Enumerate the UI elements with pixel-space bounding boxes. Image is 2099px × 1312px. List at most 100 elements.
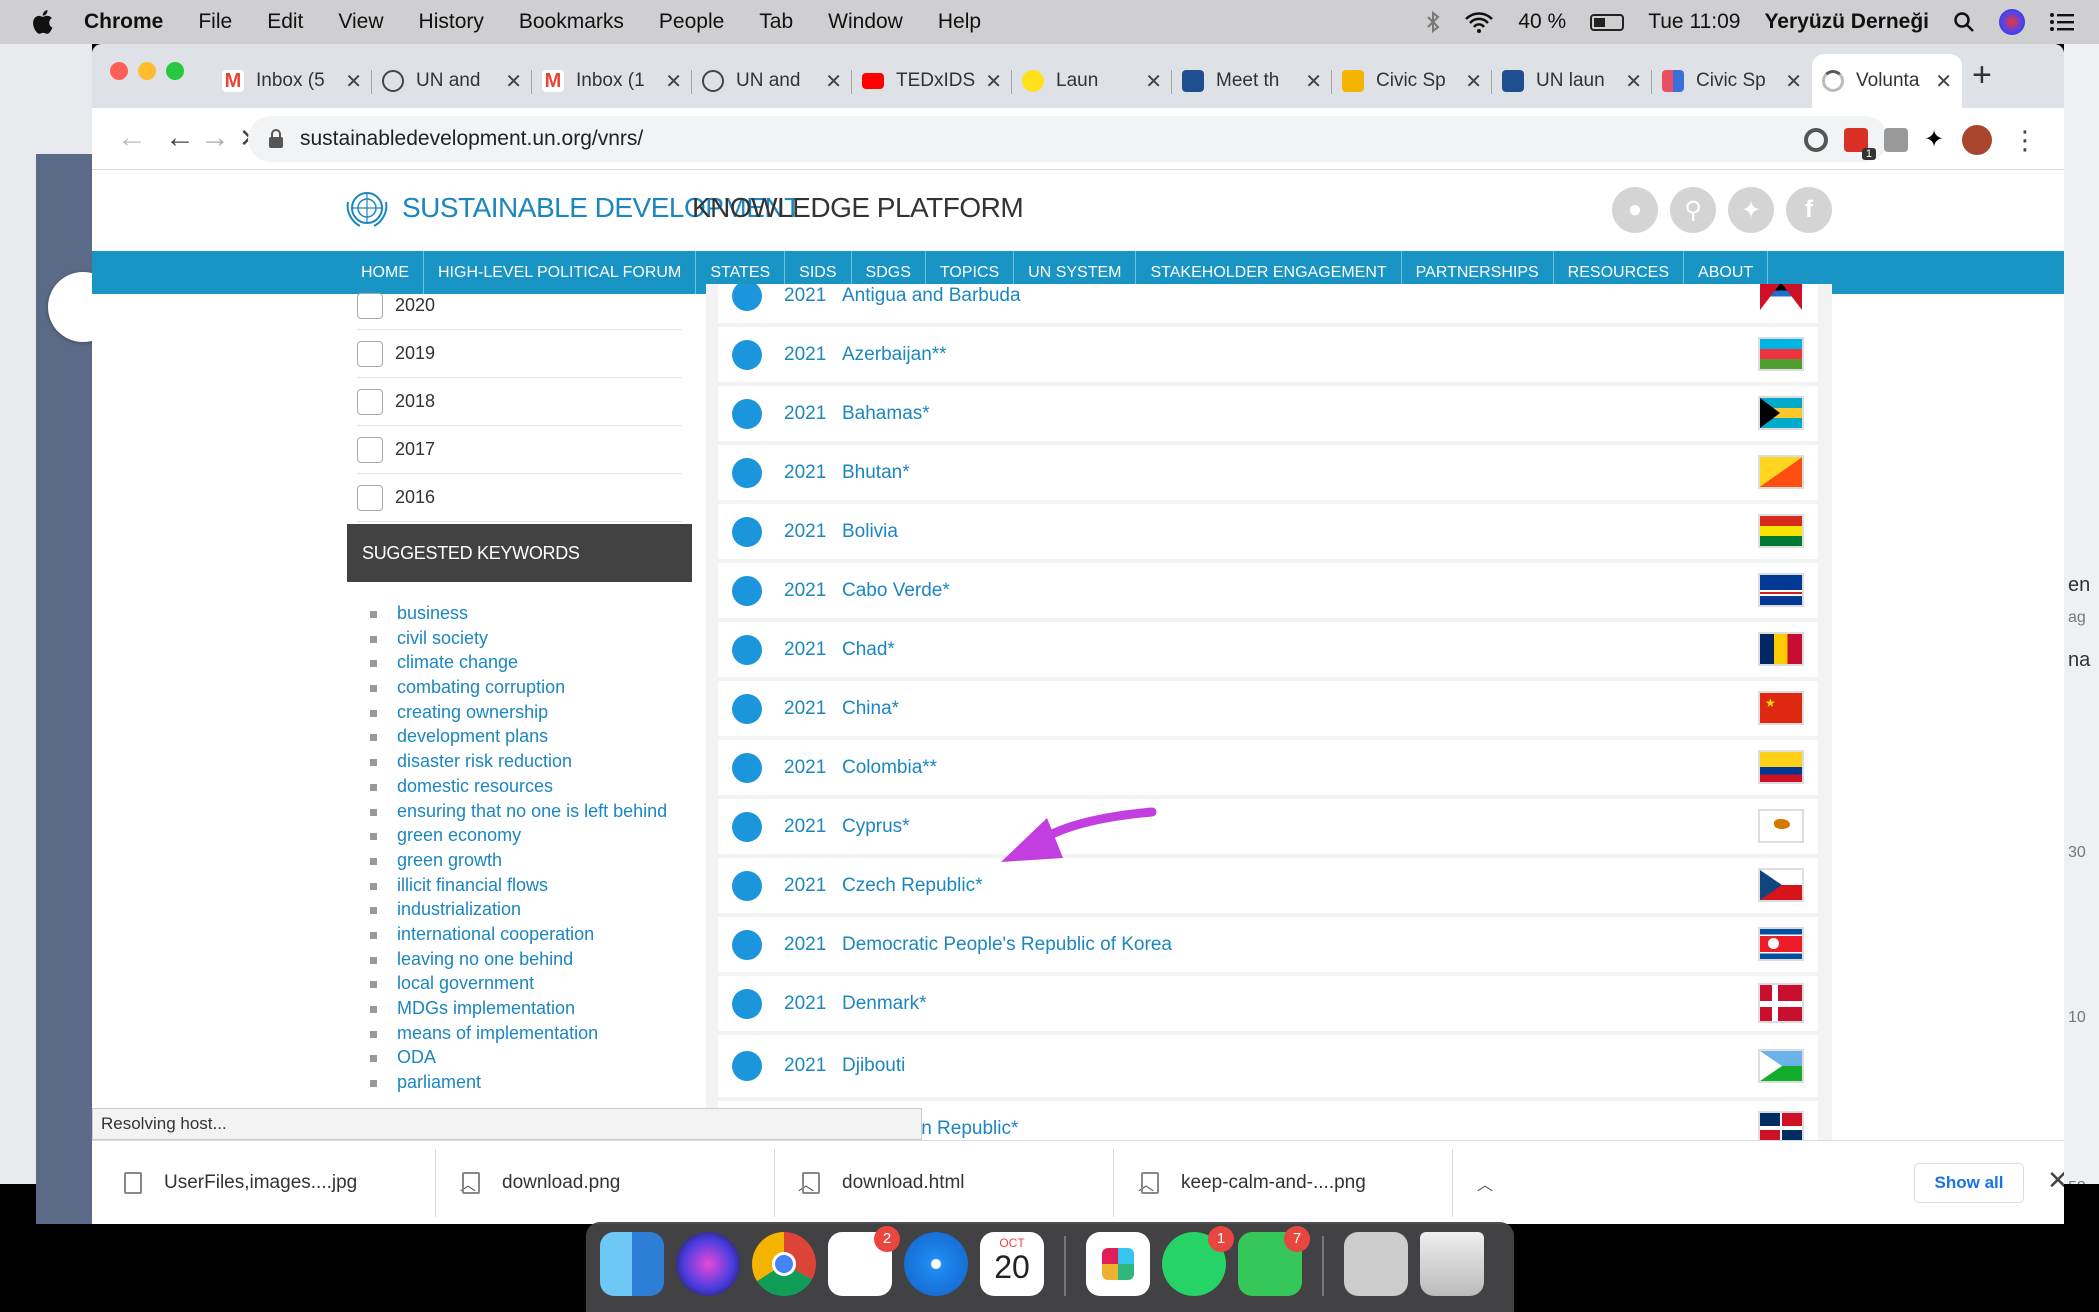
vnr-row-colombia[interactable]: 2021 Colombia**	[718, 740, 1818, 795]
keyword-link[interactable]: industrialization	[347, 898, 692, 920]
keyword-link[interactable]: means of implementation	[347, 1022, 692, 1044]
vnr-year[interactable]: 2021	[784, 757, 842, 779]
extension-icon-1[interactable]	[1804, 128, 1828, 152]
keyword-link[interactable]: development plans	[347, 725, 692, 747]
menu-tab[interactable]: Tab	[759, 10, 793, 34]
facetime-app-icon[interactable]: 7	[1238, 1226, 1310, 1296]
keyword-link[interactable]: international cooperation	[347, 923, 692, 945]
zoom-window-button[interactable]	[166, 62, 184, 80]
close-icon[interactable]: ✕	[1145, 69, 1162, 94]
vnr-year[interactable]: 2021	[784, 875, 842, 897]
vnr-row-bahamas[interactable]: 2021 Bahamas*	[718, 386, 1818, 441]
download-item-4[interactable]: keep-calm-and-....png ︿	[1141, 1141, 1521, 1224]
vnr-country-link[interactable]: Bahamas*	[842, 403, 930, 425]
back-icon[interactable]: ←	[114, 120, 150, 156]
vnr-year[interactable]: 2021	[784, 639, 842, 661]
year-checkbox[interactable]	[357, 340, 383, 367]
keyword-link[interactable]: business	[347, 602, 692, 624]
wifi-icon[interactable]	[1464, 11, 1494, 33]
vnr-country-link[interactable]: Cyprus*	[842, 816, 910, 838]
vnr-country-link[interactable]: Cabo Verde*	[842, 580, 950, 602]
year-filter-2020[interactable]: 2020	[357, 282, 682, 330]
back-button[interactable]: ←	[162, 120, 198, 156]
vnr-country-link[interactable]: Antigua and Barbuda	[842, 285, 1021, 307]
vnr-year[interactable]: 2021	[784, 934, 842, 956]
close-icon[interactable]: ✕	[985, 69, 1002, 94]
trash-icon[interactable]	[1420, 1232, 1484, 1296]
vnr-country-link[interactable]: Denmark*	[842, 993, 926, 1015]
vnr-country-link[interactable]: Bhutan*	[842, 462, 910, 484]
keyword-link[interactable]: leaving no one behind	[347, 948, 692, 970]
year-checkbox[interactable]	[357, 484, 383, 511]
chrome-app-icon[interactable]	[752, 1232, 816, 1296]
year-filter-2016[interactable]: 2016	[357, 474, 682, 522]
keyword-link[interactable]: creating ownership	[347, 701, 692, 723]
close-icon[interactable]: ✕	[1935, 69, 1952, 94]
menu-view[interactable]: View	[338, 10, 383, 34]
download-item-3[interactable]: download.html ︿	[802, 1141, 1182, 1224]
chevron-up-icon[interactable]: ︿	[1477, 1171, 1493, 1195]
notification-center-icon[interactable]	[2049, 11, 2075, 33]
close-icon[interactable]: ✕	[505, 69, 522, 94]
tab-un-launch[interactable]: UN laun ✕	[1492, 54, 1652, 108]
un-emblem-icon[interactable]	[345, 188, 389, 228]
close-icon[interactable]: ✕	[1305, 69, 1322, 94]
close-icon[interactable]: ✕	[665, 69, 682, 94]
twitter-icon[interactable]: ✦	[1728, 187, 1774, 233]
close-icon[interactable]: ✕	[1785, 69, 1802, 94]
vnr-country-link[interactable]: Chad*	[842, 639, 895, 661]
forward-button[interactable]: →	[197, 120, 233, 156]
puzzle-extensions-icon[interactable]: ✦	[1924, 128, 1948, 152]
vnr-row-denmark[interactable]: 2021 Denmark*	[718, 976, 1818, 1031]
vnr-row-china[interactable]: 2021 China* ★	[718, 681, 1818, 736]
vnr-row-bolivia[interactable]: 2021 Bolivia	[718, 504, 1818, 559]
menu-file[interactable]: File	[198, 10, 232, 34]
vnr-year[interactable]: 2021	[784, 698, 842, 720]
keyword-link[interactable]: climate change	[347, 651, 692, 673]
vnr-year[interactable]: 2021	[784, 344, 842, 366]
close-icon[interactable]: ✕	[1625, 69, 1642, 94]
keyword-link[interactable]: civil society	[347, 627, 692, 649]
vnr-row-cyprus[interactable]: 2021 Cyprus*	[718, 799, 1818, 854]
extension-icon-2[interactable]: 1	[1844, 128, 1876, 160]
tab-inbox-2[interactable]: M Inbox (1 ✕	[532, 54, 692, 108]
download-item-2[interactable]: download.png ︿	[462, 1141, 842, 1224]
tab-launch[interactable]: Laun ✕	[1012, 54, 1172, 108]
menu-edit[interactable]: Edit	[267, 10, 303, 34]
vnr-country-link[interactable]: Colombia**	[842, 757, 937, 779]
vnr-row-bhutan[interactable]: 2021 Bhutan*	[718, 445, 1818, 500]
vnr-country-link[interactable]: China*	[842, 698, 899, 720]
menu-people[interactable]: People	[659, 10, 724, 34]
vnr-country-link[interactable]: Czech Republic*	[842, 875, 982, 897]
tab-meet-the[interactable]: Meet th ✕	[1172, 54, 1332, 108]
url-text[interactable]: sustainabledevelopment.un.org/vnrs/	[300, 127, 643, 151]
vnr-year[interactable]: 2021	[784, 580, 842, 602]
tab-un-and-2[interactable]: UN and ✕	[692, 54, 852, 108]
tab-civic-space-1[interactable]: Civic Sp ✕	[1332, 54, 1492, 108]
menu-window[interactable]: Window	[828, 10, 903, 34]
battery-icon[interactable]	[1590, 13, 1625, 31]
vnr-row-czech-republic[interactable]: 2021 Czech Republic*	[718, 858, 1818, 913]
menu-bookmarks[interactable]: Bookmarks	[519, 10, 624, 34]
keyword-link[interactable]: combating corruption	[347, 676, 692, 698]
vnr-row-cabo-verde[interactable]: 2021 Cabo Verde*	[718, 563, 1818, 618]
menu-kebab-icon[interactable]: ⋮	[2012, 127, 2038, 153]
close-window-button[interactable]	[110, 62, 128, 80]
tab-civic-space-2[interactable]: Civic Sp ✕	[1652, 54, 1812, 108]
user-login-icon[interactable]: ●	[1612, 187, 1658, 233]
keyword-link[interactable]: MDGs implementation	[347, 997, 692, 1019]
vnr-row-chad[interactable]: 2021 Chad*	[718, 622, 1818, 677]
keyword-link[interactable]: parliament	[347, 1071, 692, 1093]
tab-un-and-1[interactable]: UN and ✕	[372, 54, 532, 108]
reminders-app-icon[interactable]: 2	[828, 1226, 900, 1296]
keyword-link[interactable]: domestic resources	[347, 775, 692, 797]
vnr-country-link[interactable]: Democratic People's Republic of Korea	[842, 934, 1172, 956]
vnr-year[interactable]: 2021	[784, 285, 842, 307]
slack-app-icon[interactable]	[1086, 1232, 1150, 1296]
tab-tedxids[interactable]: TEDxIDS ✕	[852, 54, 1012, 108]
profile-avatar[interactable]	[1962, 125, 1992, 155]
siri-app-icon[interactable]	[676, 1232, 740, 1296]
site-title-secondary[interactable]: KNOWLEDGE PLATFORM	[692, 192, 1024, 224]
spotlight-search-icon[interactable]	[1953, 11, 1975, 33]
keyword-link[interactable]: illicit financial flows	[347, 874, 692, 896]
